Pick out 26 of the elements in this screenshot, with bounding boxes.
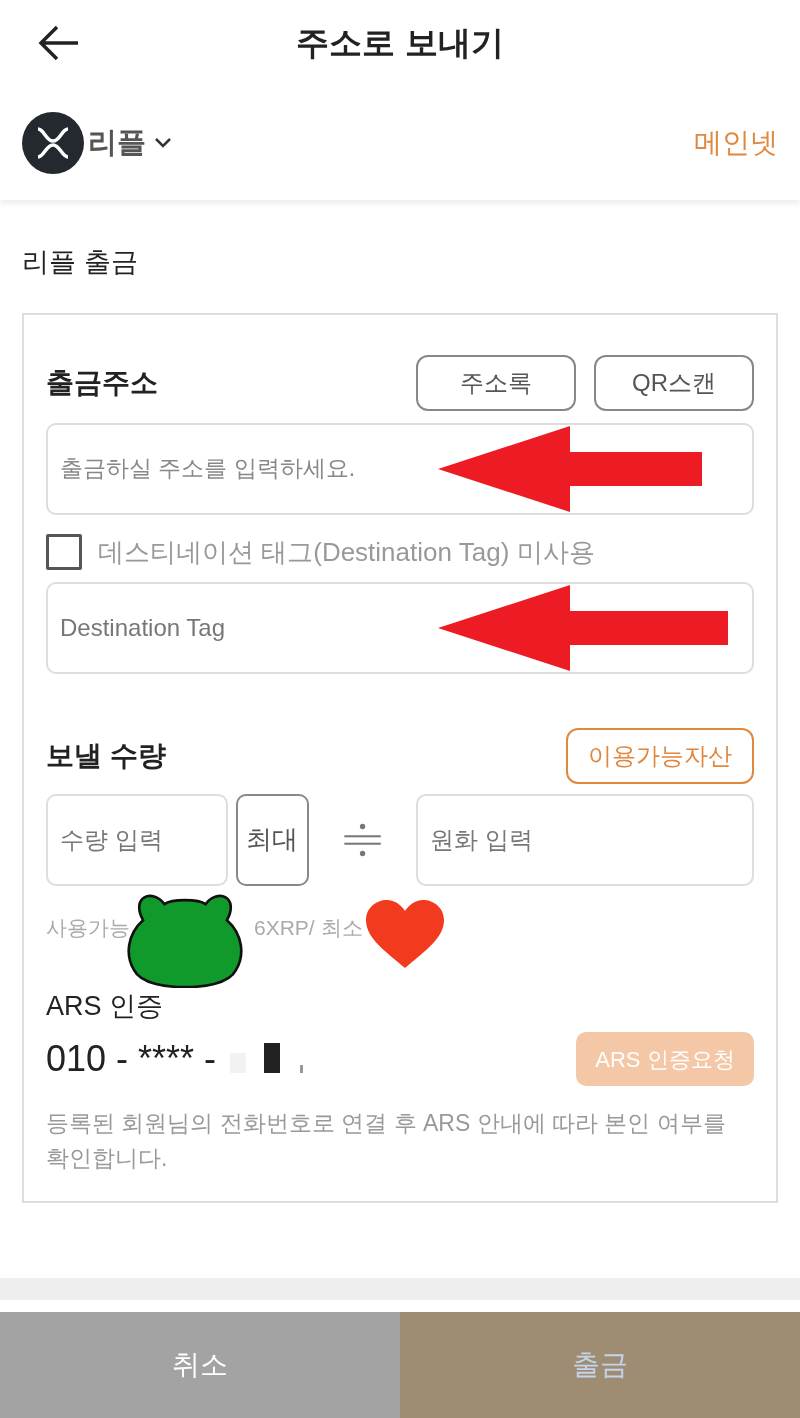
coin-selector[interactable]: 리플	[88, 121, 172, 165]
field-label: 보낼 수량	[46, 738, 166, 773]
phone-number: 010 - **** -	[46, 1037, 217, 1081]
arrow-icon	[438, 584, 728, 671]
hint-text: 6XRP/ 최소	[254, 914, 363, 941]
notice-text: 등록된 회원님의 전화번호로 연결 후 ARS 안내에 따라 본인 여부를 확인합니다.	[46, 1109, 727, 1173]
coin-logo-icon	[22, 112, 84, 174]
destination-tag-field[interactable]: Destination Tag	[46, 581, 754, 674]
max-button[interactable]: 최대	[236, 793, 309, 886]
address-field[interactable]: 출금하실 주소를 입력하세요.	[46, 422, 754, 515]
hint-text: 사용가능	[46, 914, 130, 941]
page-title: 주소로 보내기	[296, 23, 504, 64]
quantity-field[interactable]: 수량 입력	[46, 793, 228, 886]
network-label: 메인넷	[694, 126, 778, 160]
heart-sticker-icon	[364, 897, 446, 970]
field-label: ARS 인증	[46, 989, 165, 1023]
chevron-down-icon	[154, 137, 172, 149]
field-label: 출금주소	[46, 365, 158, 400]
fiat-field[interactable]: 원화 입력	[416, 793, 754, 886]
outline-button[interactable]: 주소록	[416, 354, 576, 411]
checkbox-label: 데스티네이션 태그(Destination Tag) 미사용	[98, 535, 595, 569]
arrow-icon	[438, 425, 702, 512]
outline-button[interactable]: QR스캔	[594, 354, 754, 411]
back-icon[interactable]	[38, 25, 80, 61]
checkbox[interactable]	[46, 534, 82, 570]
section-title: 리플 출금	[21, 246, 139, 279]
